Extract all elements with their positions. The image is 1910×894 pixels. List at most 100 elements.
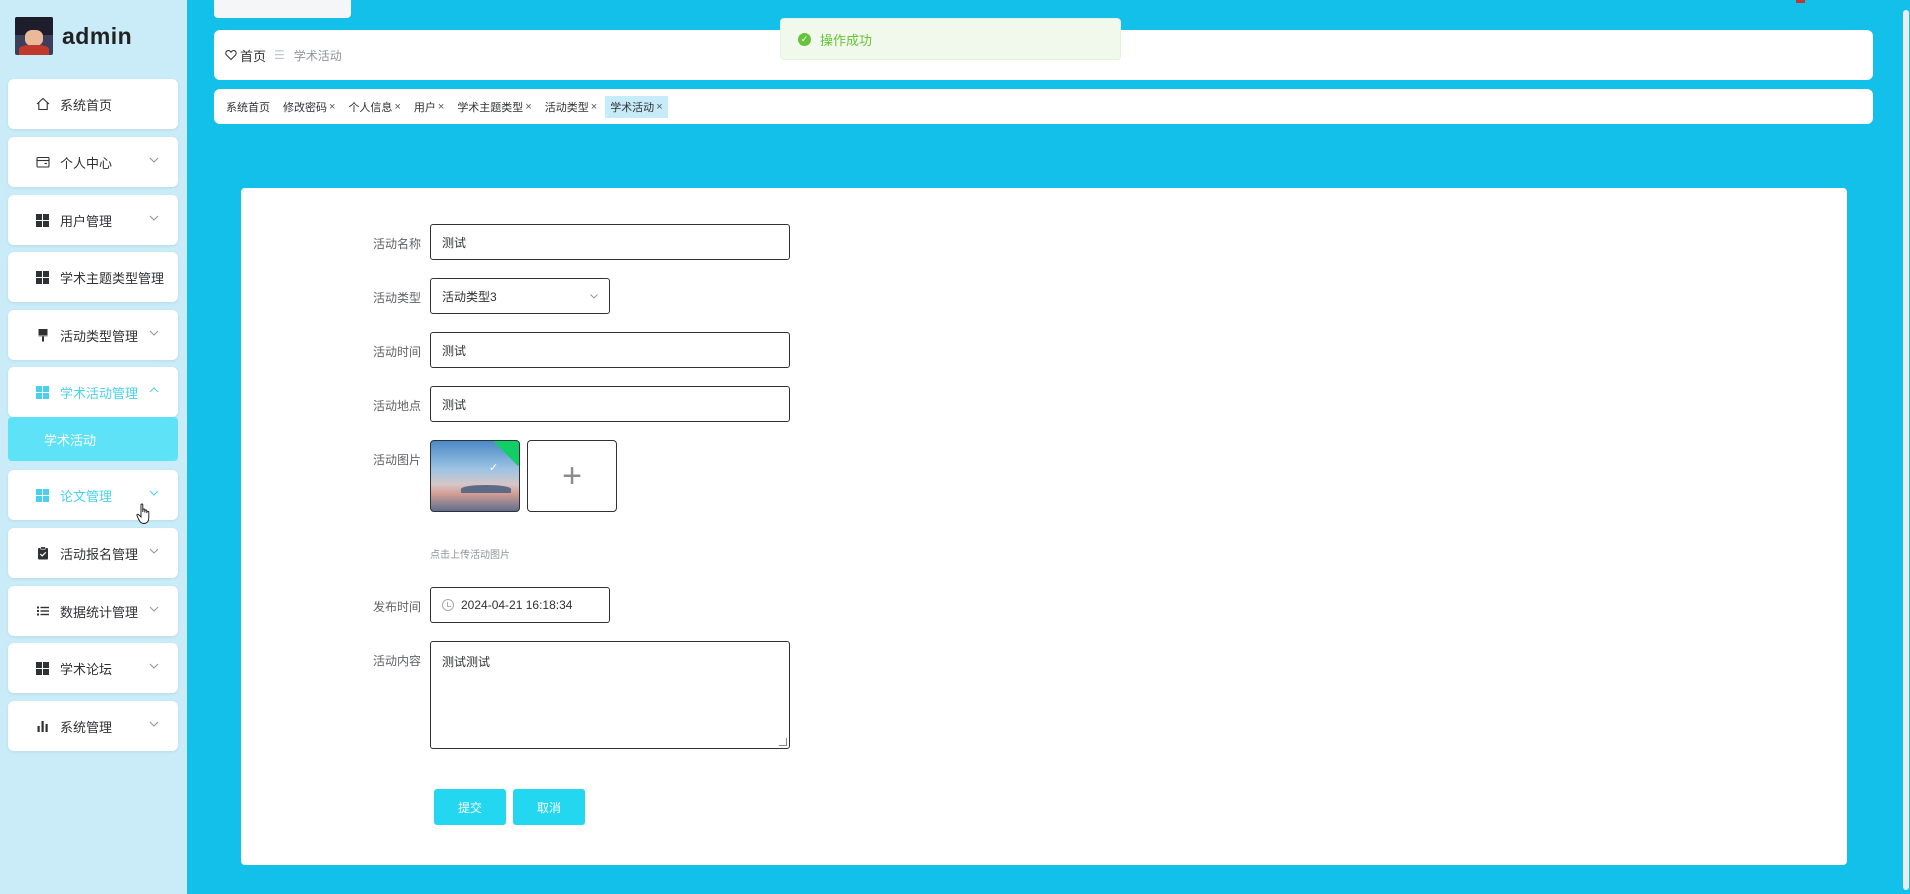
toast-text: 操作成功: [820, 32, 873, 48]
activity-place-input[interactable]: 测试: [430, 386, 790, 422]
sidebar-item-label: 个人中心: [60, 155, 113, 171]
sidebar-item-activity-type-management[interactable]: 活动类型管理: [8, 310, 178, 360]
wallet-icon: [35, 155, 50, 170]
tag-activity-type[interactable]: 活动类型 ×: [540, 96, 602, 118]
tag-label: 用户: [413, 101, 436, 114]
page-scrollbar[interactable]: [1902, 0, 1910, 894]
sidebar-item-user-management[interactable]: 用户管理: [8, 195, 178, 245]
sidebar-item-system-management[interactable]: 系统管理: [8, 701, 178, 751]
tag-change-password[interactable]: 修改密码 ×: [278, 96, 340, 118]
list-icon: [35, 604, 50, 619]
clipboard-icon: [35, 546, 50, 561]
sidebar-item-home[interactable]: 系统首页: [8, 79, 178, 129]
chevron-down-icon: [149, 215, 159, 221]
activity-content-label: 活动内容: [372, 654, 421, 668]
chevron-down-icon: [149, 548, 159, 554]
scrollbar-thumb[interactable]: [1903, 10, 1909, 890]
check-circle-icon: ✓: [798, 32, 811, 46]
close-icon[interactable]: ×: [394, 101, 400, 113]
breadcrumb-home-label: 首页: [240, 48, 267, 64]
sidebar-item-label: 系统管理: [60, 719, 113, 735]
grid-icon: [35, 385, 50, 400]
sidebar-item-label: 活动报名管理: [60, 546, 139, 562]
sidebar-item-label: 系统首页: [60, 97, 113, 113]
close-icon[interactable]: ×: [656, 101, 662, 113]
success-toast: ✓ 操作成功: [780, 18, 1121, 60]
sidebar-item-topic-type-management[interactable]: 学术主题类型管理: [8, 252, 178, 302]
close-icon[interactable]: ×: [329, 101, 335, 113]
heart-icon: [225, 49, 237, 61]
activity-type-select[interactable]: 活动类型3: [430, 278, 610, 314]
activity-place-value: 测试: [442, 397, 467, 412]
activity-time-input[interactable]: 测试: [430, 332, 790, 368]
chevron-up-icon: [149, 387, 159, 393]
breadcrumb-home[interactable]: 首页: [225, 46, 266, 65]
activity-content-value: 测试测试: [442, 655, 491, 669]
sidebar-item-label: 学术主题类型管理: [60, 270, 165, 286]
activity-time-value: 测试: [442, 343, 467, 358]
submit-label: 提交: [457, 800, 482, 815]
tag-label: 修改密码: [283, 101, 327, 114]
bar-chart-icon: [35, 719, 50, 734]
sidebar-item-academic-forum[interactable]: 学术论坛: [8, 643, 178, 693]
chevron-down-icon: [149, 157, 159, 163]
brand-name: admin: [62, 22, 133, 49]
sidebar-subitem-academic-activity[interactable]: 学术活动: [8, 417, 178, 461]
grid-icon: [35, 661, 50, 676]
activity-image-label: 活动图片: [372, 453, 421, 467]
activity-content-textarea[interactable]: 测试测试: [430, 641, 790, 749]
sidebar-item-academic-activity-management[interactable]: 学术活动管理: [8, 367, 178, 417]
sidebar-item-label: 论文管理: [60, 488, 113, 504]
tag-label: 学术主题类型: [457, 101, 524, 114]
tag-personal-info[interactable]: 个人信息 ×: [343, 96, 405, 118]
clock-icon: [442, 599, 454, 611]
upload-image-button[interactable]: +: [527, 440, 617, 512]
activity-place-label: 活动地点: [372, 399, 421, 413]
activity-name-value: 测试: [442, 235, 467, 250]
sidebar-item-registration-management[interactable]: 活动报名管理: [8, 528, 178, 578]
hand-cursor-icon: [136, 503, 150, 524]
tag-topic-type[interactable]: 学术主题类型 ×: [452, 96, 536, 118]
sidebar-subitem-label: 学术活动: [44, 432, 97, 448]
tag-label: 个人信息: [348, 101, 393, 114]
publish-time-label: 发布时间: [372, 600, 421, 614]
publish-time-picker[interactable]: 2024-04-21 16:18:34: [430, 587, 610, 623]
brand: admin: [15, 17, 132, 55]
sidebar-item-paper-management[interactable]: 论文管理: [8, 470, 178, 520]
sidebar-item-label: 活动类型管理: [60, 328, 139, 344]
tag-user[interactable]: 用户 ×: [409, 96, 449, 118]
chevron-down-icon: [149, 490, 159, 496]
chevron-down-icon: [149, 330, 159, 336]
brush-icon: [35, 328, 50, 343]
sidebar-item-label: 学术活动管理: [60, 385, 139, 401]
activity-time-label: 活动时间: [372, 345, 421, 359]
resize-handle[interactable]: [779, 738, 787, 746]
notification-icon[interactable]: [1796, 0, 1805, 3]
tag-label: 系统首页: [226, 101, 270, 114]
avatar: [15, 17, 53, 55]
tag-home[interactable]: 系统首页: [221, 96, 275, 118]
cancel-button[interactable]: 取消: [513, 789, 585, 825]
sidebar-item-statistics-management[interactable]: 数据统计管理: [8, 586, 178, 636]
uploaded-image-thumbnail[interactable]: ✓: [430, 440, 520, 512]
top-tab[interactable]: [214, 0, 351, 18]
sidebar: admin 系统首页 个人中心 用户管理 学术主题类型管理 活动类型管理 学术活…: [0, 0, 187, 894]
grid-icon: [35, 213, 50, 228]
tag-label: 学术活动: [610, 101, 655, 114]
breadcrumb-separator: ☰: [274, 48, 285, 62]
check-icon: ✓: [489, 462, 499, 474]
chevron-down-icon: [590, 294, 598, 299]
close-icon[interactable]: ×: [438, 101, 444, 113]
tags-bar: 系统首页 修改密码 × 个人信息 × 用户 × 学术主题类型 × 活动类型 × 学术活动 ×: [214, 89, 1873, 124]
submit-button[interactable]: 提交: [434, 789, 506, 825]
breadcrumb-current: 学术活动: [293, 48, 342, 63]
sidebar-item-personal-center[interactable]: 个人中心: [8, 137, 178, 187]
close-icon[interactable]: ×: [525, 101, 531, 113]
close-icon[interactable]: ×: [591, 101, 597, 113]
chevron-down-icon: [149, 663, 159, 669]
chevron-down-icon: [149, 606, 159, 612]
tag-label: 活动类型: [544, 101, 589, 114]
activity-name-label: 活动名称: [372, 237, 421, 251]
tag-academic-activity[interactable]: 学术活动 ×: [605, 95, 668, 118]
activity-name-input[interactable]: 测试: [430, 224, 790, 260]
